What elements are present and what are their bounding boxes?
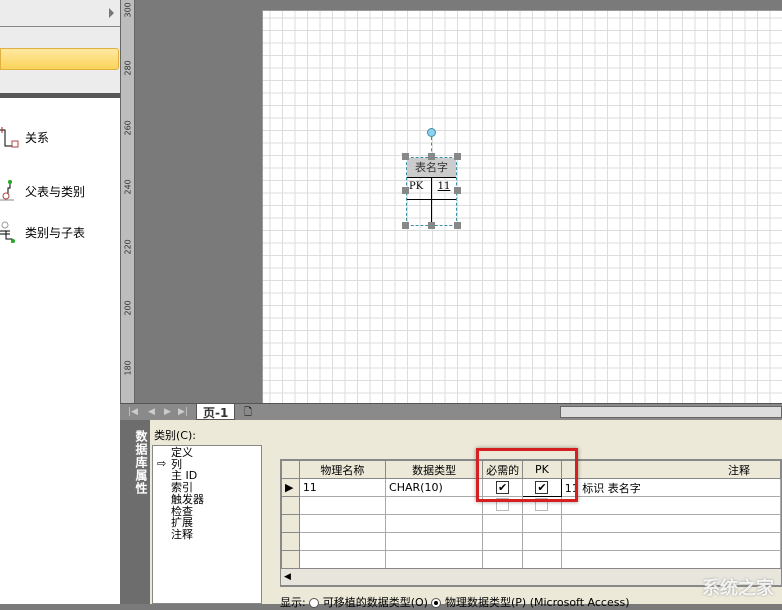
ruler-label: 240 xyxy=(123,179,133,195)
horizontal-scrollbar[interactable] xyxy=(560,406,782,418)
last-page-icon[interactable]: ▶| xyxy=(178,407,188,417)
shapes-panel: 关系 父表与类别 类别与子表 xyxy=(0,0,120,604)
category-child-icon xyxy=(0,221,20,243)
entity-column: 11 xyxy=(437,181,451,192)
ruler-label: 180 xyxy=(123,360,133,376)
entity-shape[interactable]: 表名字 PK 11 xyxy=(406,157,457,226)
ruler-label: 220 xyxy=(123,239,133,255)
panel-title: 数据库属性 xyxy=(120,420,150,604)
shape-relationship[interactable]: 关系 xyxy=(0,122,118,152)
physical-radio[interactable] xyxy=(431,598,442,608)
ruler-label: 200 xyxy=(123,300,133,316)
column-header[interactable]: 物理名称 xyxy=(298,460,387,479)
tab-page-1[interactable]: 页-1 xyxy=(196,404,236,420)
database-label: (Microsoft Access) xyxy=(529,596,630,609)
stencil-selected-bar[interactable] xyxy=(0,48,119,70)
page-border xyxy=(262,10,782,403)
scroll-left-icon[interactable]: ◀ xyxy=(281,572,291,582)
physical-option-label[interactable]: 物理数据类型(P) xyxy=(445,596,526,609)
watermark: 系统之家 xyxy=(702,578,774,599)
portable-radio[interactable] xyxy=(309,598,320,608)
shape-category-child[interactable]: 类别与子表 xyxy=(0,217,118,247)
cell-type[interactable]: CHAR(10) xyxy=(385,478,484,497)
column-header[interactable]: 数据类型 xyxy=(385,460,484,479)
database-properties-panel: 数据库属性 类别(C): 定义 列 主 ID 索引 触发器 检查 扩展 注释 物… xyxy=(120,420,782,609)
display-options: 显示: 可移植的数据类型(O) 物理数据类型(P) (Microsoft Acc… xyxy=(280,594,629,610)
display-label: 显示: xyxy=(280,596,306,609)
resize-handle[interactable] xyxy=(428,222,435,229)
category-item[interactable]: 注释 xyxy=(157,529,261,541)
parent-category-icon xyxy=(0,180,20,202)
ruler-label: 260 xyxy=(123,120,133,136)
chevron-right-icon[interactable] xyxy=(109,8,114,18)
shape-parent-category[interactable]: 父表与类别 xyxy=(0,176,118,206)
page-tab-bar: |◀ ◀ ▶ ▶| 页-1 🗋 xyxy=(120,403,782,420)
rotation-handle[interactable] xyxy=(427,128,436,137)
resize-handle[interactable] xyxy=(454,153,461,160)
category-item[interactable]: 定义 xyxy=(157,447,261,459)
resize-handle[interactable] xyxy=(402,153,409,160)
cell-name[interactable]: 11 xyxy=(298,478,387,497)
resize-handle[interactable] xyxy=(454,222,461,229)
ruler-label: 300 xyxy=(123,2,133,18)
category-label: 类别(C): xyxy=(154,429,196,442)
category-list[interactable]: 定义 列 主 ID 索引 触发器 检查 扩展 注释 xyxy=(152,445,262,604)
relationship-icon xyxy=(0,126,20,148)
portable-option-label[interactable]: 可移植的数据类型(O) xyxy=(323,596,428,609)
prev-page-icon[interactable]: ◀ xyxy=(148,407,155,417)
cell-comment[interactable]: 11 标识 表名字 xyxy=(560,478,782,497)
resize-handle[interactable] xyxy=(454,187,461,194)
resize-handle[interactable] xyxy=(428,153,435,160)
entity-title: 表名字 xyxy=(407,158,456,178)
stencil-header[interactable] xyxy=(0,0,120,27)
entity-pk-label: PK xyxy=(407,178,432,199)
next-page-icon[interactable]: ▶ xyxy=(164,407,171,417)
highlight-box xyxy=(476,448,578,502)
first-page-icon[interactable]: |◀ xyxy=(128,407,138,417)
column-header[interactable]: 注释 xyxy=(560,460,782,479)
resize-handle[interactable] xyxy=(402,222,409,229)
ruler-label: 280 xyxy=(123,60,133,76)
row-pointer-icon: ▶ xyxy=(281,478,300,497)
resize-handle[interactable] xyxy=(402,187,409,194)
divider xyxy=(0,93,120,98)
category-item[interactable]: 触发器 xyxy=(157,494,261,506)
vertical-ruler: 300 280 260 240 220 200 180 xyxy=(120,0,135,403)
